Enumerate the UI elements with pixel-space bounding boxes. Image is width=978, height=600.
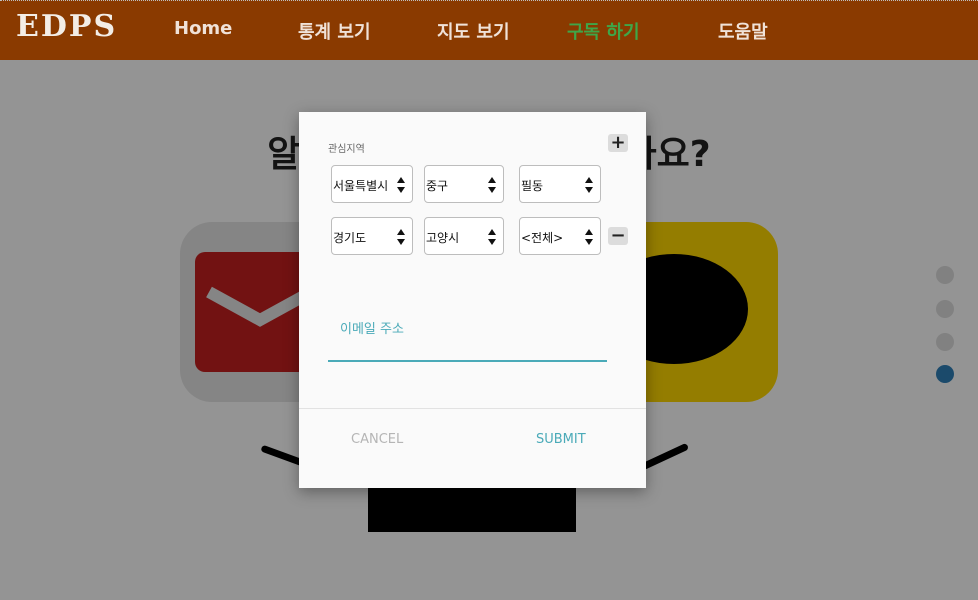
- updown-arrows-icon: [488, 177, 496, 193]
- top-navbar: EDPS Home 통계 보기 지도 보기 구독 하기 도움말: [0, 0, 978, 60]
- subscribe-modal: 관심지역 + 서울특별시 중구 필동 경기도 고양시 <전체> − 이메일 주소…: [299, 112, 646, 488]
- updown-arrows-icon: [488, 229, 496, 245]
- select-value: 경기도: [333, 231, 367, 245]
- plus-icon[interactable]: +: [608, 134, 628, 152]
- email-input-underline: [328, 360, 607, 362]
- minus-icon[interactable]: −: [608, 227, 628, 245]
- submit-button[interactable]: SUBMIT: [536, 432, 586, 447]
- nav-link-stats[interactable]: 통계 보기: [298, 18, 371, 44]
- modal-divider: [299, 408, 646, 409]
- updown-arrows-icon: [397, 177, 405, 193]
- select-value: <전체>: [521, 231, 564, 245]
- nav-link-map[interactable]: 지도 보기: [437, 18, 510, 44]
- select-dong-1[interactable]: 필동: [519, 165, 601, 203]
- nav-link-home[interactable]: Home: [174, 18, 232, 39]
- select-sido-1[interactable]: 서울특별시: [331, 165, 413, 203]
- select-dong-2[interactable]: <전체>: [519, 217, 601, 255]
- brand-logo[interactable]: EDPS: [16, 9, 117, 44]
- select-sido-2[interactable]: 경기도: [331, 217, 413, 255]
- select-value: 고양시: [426, 231, 460, 245]
- select-value: 서울특별시: [333, 179, 389, 193]
- updown-arrows-icon: [585, 177, 593, 193]
- select-sigungu-2[interactable]: 고양시: [424, 217, 504, 255]
- select-value: 중구: [426, 179, 449, 193]
- select-value: 필동: [521, 179, 544, 193]
- email-input[interactable]: 이메일 주소: [340, 318, 404, 337]
- select-sigungu-1[interactable]: 중구: [424, 165, 504, 203]
- region-label: 관심지역: [328, 144, 365, 155]
- nav-link-help[interactable]: 도움말: [718, 18, 768, 44]
- nav-link-subscribe[interactable]: 구독 하기: [567, 18, 640, 44]
- updown-arrows-icon: [585, 229, 593, 245]
- updown-arrows-icon: [397, 229, 405, 245]
- cancel-button[interactable]: CANCEL: [351, 432, 403, 447]
